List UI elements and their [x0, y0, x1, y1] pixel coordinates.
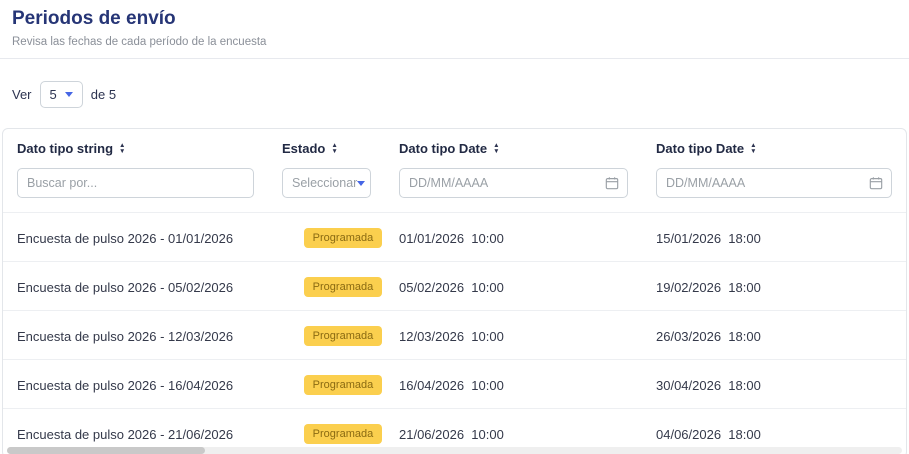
table-header-row: Dato tipo string ▲▼ Estado ▲▼ Dato tipo …	[3, 129, 906, 166]
sort-arrows-icon[interactable]: ▲▼	[750, 143, 756, 154]
chevron-down-icon	[65, 92, 73, 97]
page-size-control: Ver 5 de 5	[0, 59, 909, 128]
column-header-string[interactable]: Dato tipo string ▲▼	[3, 141, 268, 156]
calendar-icon[interactable]	[605, 176, 619, 190]
cell-start: 12/03/2026 10:00	[385, 329, 642, 344]
column-header-estado[interactable]: Estado ▲▼	[268, 141, 385, 156]
cell-name: Encuesta de pulso 2026 - 12/03/2026	[3, 329, 268, 344]
horizontal-scrollbar-track[interactable]	[7, 447, 902, 454]
column-header-label: Dato tipo string	[17, 141, 113, 156]
cell-name: Encuesta de pulso 2026 - 05/02/2026	[3, 280, 268, 295]
cell-start: 05/02/2026 10:00	[385, 280, 642, 295]
status-badge: Programada	[304, 228, 383, 248]
calendar-icon[interactable]	[869, 176, 883, 190]
sort-arrows-icon[interactable]: ▲▼	[119, 143, 125, 154]
estado-select-placeholder: Seleccionar	[292, 176, 357, 190]
table-row[interactable]: Encuesta de pulso 2026 - 01/01/2026 Prog…	[3, 212, 906, 261]
table-body: Encuesta de pulso 2026 - 01/01/2026 Prog…	[3, 212, 906, 454]
horizontal-scrollbar-thumb[interactable]	[7, 447, 205, 454]
cell-end: 30/04/2026 18:00	[642, 378, 906, 393]
table-row[interactable]: Encuesta de pulso 2026 - 16/04/2026 Prog…	[3, 359, 906, 408]
cell-end: 19/02/2026 18:00	[642, 280, 906, 295]
page-header: Periodos de envío Revisa las fechas de c…	[0, 8, 909, 48]
column-header-label: Dato tipo Date	[656, 141, 744, 156]
cell-start: 21/06/2026 10:00	[385, 427, 642, 442]
search-input[interactable]	[17, 168, 254, 198]
sort-arrows-icon[interactable]: ▲▼	[331, 143, 337, 154]
date-end-input[interactable]	[656, 168, 892, 198]
page: Periodos de envío Revisa las fechas de c…	[0, 0, 909, 454]
status-badge: Programada	[304, 277, 383, 297]
page-size-select[interactable]: 5	[40, 81, 83, 108]
cell-start: 01/01/2026 10:00	[385, 231, 642, 246]
chevron-down-icon	[357, 181, 365, 186]
page-size-value: 5	[50, 87, 57, 102]
date-start-input[interactable]	[399, 168, 628, 198]
column-header-date-start[interactable]: Dato tipo Date ▲▼	[385, 141, 642, 156]
estado-select[interactable]: Seleccionar	[282, 168, 371, 198]
table-row[interactable]: Encuesta de pulso 2026 - 12/03/2026 Prog…	[3, 310, 906, 359]
status-badge: Programada	[304, 424, 383, 444]
table-row[interactable]: Encuesta de pulso 2026 - 05/02/2026 Prog…	[3, 261, 906, 310]
column-header-label: Estado	[282, 141, 325, 156]
cell-name: Encuesta de pulso 2026 - 01/01/2026	[3, 231, 268, 246]
periods-table: Dato tipo string ▲▼ Estado ▲▼ Dato tipo …	[2, 128, 907, 454]
cell-start: 16/04/2026 10:00	[385, 378, 642, 393]
cell-name: Encuesta de pulso 2026 - 21/06/2026	[3, 427, 268, 442]
total-label: de 5	[91, 87, 116, 102]
status-badge: Programada	[304, 326, 383, 346]
sort-arrows-icon[interactable]: ▲▼	[493, 143, 499, 154]
page-subtitle: Revisa las fechas de cada período de la …	[12, 36, 897, 48]
status-badge: Programada	[304, 375, 383, 395]
cell-end: 26/03/2026 18:00	[642, 329, 906, 344]
table-filter-row: Seleccionar	[3, 166, 906, 212]
page-title: Periodos de envío	[12, 8, 897, 30]
cell-estado: Programada	[268, 311, 385, 361]
cell-estado: Programada	[268, 213, 385, 263]
cell-estado: Programada	[268, 360, 385, 410]
cell-estado: Programada	[268, 262, 385, 312]
column-header-date-end[interactable]: Dato tipo Date ▲▼	[642, 141, 906, 156]
ver-label: Ver	[12, 87, 32, 102]
cell-name: Encuesta de pulso 2026 - 16/04/2026	[3, 378, 268, 393]
cell-end: 15/01/2026 18:00	[642, 231, 906, 246]
cell-end: 04/06/2026 18:00	[642, 427, 906, 442]
column-header-label: Dato tipo Date	[399, 141, 487, 156]
